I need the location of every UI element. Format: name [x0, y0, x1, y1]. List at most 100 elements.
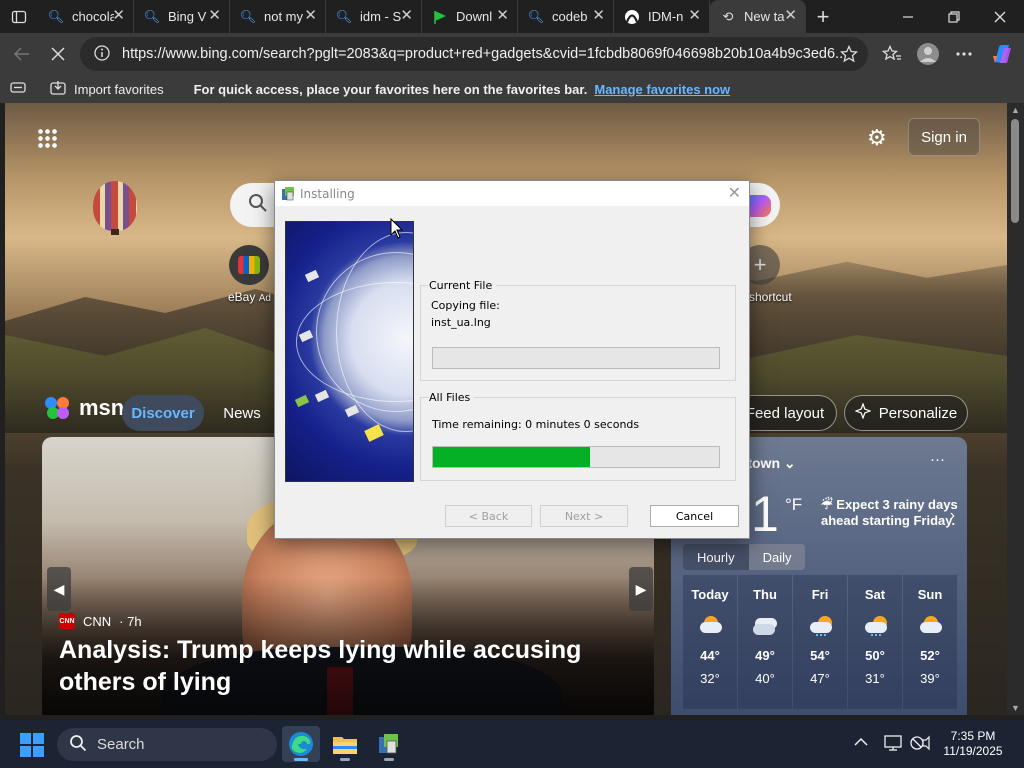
- scrollbar-thumb[interactable]: [1011, 119, 1019, 223]
- settings-gear-icon[interactable]: ⚙: [867, 125, 887, 151]
- rain-icon: [863, 614, 887, 636]
- show-hidden-icons[interactable]: [854, 734, 868, 751]
- cnn-logo-icon: CNN: [59, 613, 75, 629]
- close-tab-icon[interactable]: ✕: [496, 8, 509, 24]
- tab-bing-v[interactable]: 🔍︎ Bing V ✕: [134, 0, 230, 33]
- bing-search-icon: 🔍︎: [335, 8, 353, 24]
- close-tab-icon[interactable]: ✕: [304, 8, 317, 24]
- msn-logo[interactable]: msn: [45, 395, 124, 421]
- info-icon[interactable]: [94, 44, 110, 64]
- green-flag-icon: [432, 9, 448, 25]
- minimize-button[interactable]: [885, 0, 931, 33]
- close-tab-icon[interactable]: ✕: [208, 8, 221, 24]
- reading-view-icon[interactable]: [10, 81, 26, 98]
- forecast-day[interactable]: Sun 52° 39°: [903, 575, 957, 709]
- copilot-icon[interactable]: [986, 38, 1018, 70]
- tab-idm[interactable]: 🔍︎ idm - S ✕: [326, 0, 422, 33]
- mouse-cursor-icon: [390, 218, 404, 239]
- daily-forecast: Today 44° 32° Thu 49° 40° Fri 54° 47° Sa…: [683, 575, 959, 709]
- close-tab-icon[interactable]: ✕: [112, 8, 125, 24]
- close-tab-icon[interactable]: ✕: [592, 8, 605, 24]
- tab-title: Downl: [456, 9, 493, 24]
- app-launcher-icon[interactable]: [37, 128, 57, 148]
- stop-loading-icon[interactable]: [42, 38, 74, 70]
- tab-news[interactable]: News: [215, 395, 269, 431]
- close-tab-icon[interactable]: ✕: [688, 8, 701, 24]
- more-options-icon[interactable]: ···: [930, 451, 945, 468]
- tab-download[interactable]: Downl ✕: [422, 0, 518, 33]
- back-arrow-icon[interactable]: [6, 38, 38, 70]
- partly-sunny-icon: [698, 614, 722, 634]
- manage-favorites-link[interactable]: Manage favorites now: [594, 82, 730, 97]
- installer-app-icon: [280, 186, 296, 202]
- search-icon: [248, 193, 268, 219]
- personalize-button[interactable]: Personalize: [844, 395, 968, 431]
- favorites-icon[interactable]: [876, 38, 908, 70]
- clock-date: 11/19/2025: [943, 744, 1003, 758]
- close-window-button[interactable]: [977, 0, 1023, 33]
- installer-taskbar-icon[interactable]: [370, 726, 408, 762]
- dialog-title-bar[interactable]: Installing ✕: [275, 181, 749, 206]
- import-favorites-label: Import favorites: [74, 81, 164, 97]
- all-files-progress-fill: [433, 447, 591, 467]
- system-clock[interactable]: 7:35 PM 11/19/2025: [938, 729, 1008, 759]
- close-tab-icon[interactable]: ✕: [400, 8, 413, 24]
- tab-actions-icon[interactable]: [0, 0, 38, 33]
- forecast-day[interactable]: Thu 49° 40°: [738, 575, 792, 709]
- favorites-bar: Import favorites For quick access, place…: [0, 75, 1024, 103]
- chevron-right-icon[interactable]: ›: [950, 507, 955, 525]
- tab-title: idm - S: [360, 9, 402, 24]
- current-file-label: Current File: [429, 279, 497, 292]
- tab-chocolate[interactable]: 🔍︎ chocolate ✕: [38, 0, 134, 33]
- partly-sunny-icon: [918, 614, 942, 634]
- hot-air-balloon: [93, 181, 137, 231]
- start-button[interactable]: [20, 733, 44, 757]
- network-volume-icon[interactable]: [910, 734, 930, 756]
- current-file-progress-bar: [432, 347, 720, 369]
- rain-cloud-icon: ☔︎: [821, 497, 833, 512]
- copying-label: Copying file:: [431, 299, 500, 312]
- page-scrollbar[interactable]: ▲ ▼: [1007, 103, 1024, 715]
- forecast-day[interactable]: Sat 50° 31°: [848, 575, 902, 709]
- tab-not-my[interactable]: 🔍︎ not my ✕: [230, 0, 326, 33]
- taskbar-search[interactable]: Search: [57, 728, 277, 761]
- news-source: CNN CNN · 7h: [59, 613, 142, 629]
- file-explorer-taskbar-icon[interactable]: [326, 726, 364, 762]
- shortcut-ebay[interactable]: [229, 245, 269, 285]
- favorite-star-icon[interactable]: [839, 44, 859, 66]
- restore-button[interactable]: [931, 0, 977, 33]
- tab-new-tab[interactable]: ⟲ New ta ✕: [710, 0, 806, 33]
- carousel-next-button[interactable]: ▶: [629, 567, 653, 611]
- all-files-progress-bar: [432, 446, 720, 468]
- tab-idm-n[interactable]: IDM-n ✕: [614, 0, 710, 33]
- daily-tab[interactable]: Daily: [748, 544, 806, 570]
- close-tab-icon[interactable]: ✕: [784, 8, 797, 24]
- taskbar-search-label: Search: [97, 736, 145, 753]
- active-app-indicator: [294, 758, 308, 761]
- forecast-day[interactable]: Today 44° 32°: [683, 575, 737, 709]
- dialog-close-icon[interactable]: ✕: [728, 183, 741, 202]
- forecast-day[interactable]: Fri 54° 47°: [793, 575, 847, 709]
- tab-discover[interactable]: Discover: [122, 395, 204, 431]
- sign-in-button[interactable]: Sign in: [908, 118, 980, 156]
- back-button[interactable]: < Back: [445, 505, 532, 527]
- scroll-up-icon[interactable]: ▲: [1011, 105, 1020, 115]
- import-favorites-button[interactable]: Import favorites: [50, 80, 164, 99]
- scroll-down-icon[interactable]: ▼: [1011, 703, 1020, 713]
- tab-codeb[interactable]: 🔍︎ codeb ✕: [518, 0, 614, 33]
- news-headline[interactable]: Analysis: Trump keeps lying while accusi…: [59, 634, 649, 698]
- new-tab-button[interactable]: +: [806, 0, 840, 33]
- tab-strip: 🔍︎ chocolate ✕ 🔍︎ Bing V ✕ 🔍︎ not my ✕ 🔍…: [0, 0, 1024, 33]
- forecast-toggle: Hourly Daily: [683, 544, 806, 570]
- edge-taskbar-icon[interactable]: [282, 726, 320, 762]
- cancel-button[interactable]: Cancel: [650, 505, 739, 527]
- next-button[interactable]: Next >: [540, 505, 628, 527]
- more-menu-icon[interactable]: [948, 38, 980, 70]
- address-bar[interactable]: https://www.bing.com/search?pglt=2083&q=…: [80, 37, 868, 71]
- tab-title: chocolate: [72, 9, 114, 24]
- carousel-prev-button[interactable]: ◀: [47, 567, 71, 611]
- display-icon[interactable]: [884, 734, 902, 756]
- profile-avatar[interactable]: [912, 38, 944, 70]
- favorites-bar-message: For quick access, place your favorites h…: [193, 81, 588, 97]
- hourly-tab[interactable]: Hourly: [683, 544, 749, 570]
